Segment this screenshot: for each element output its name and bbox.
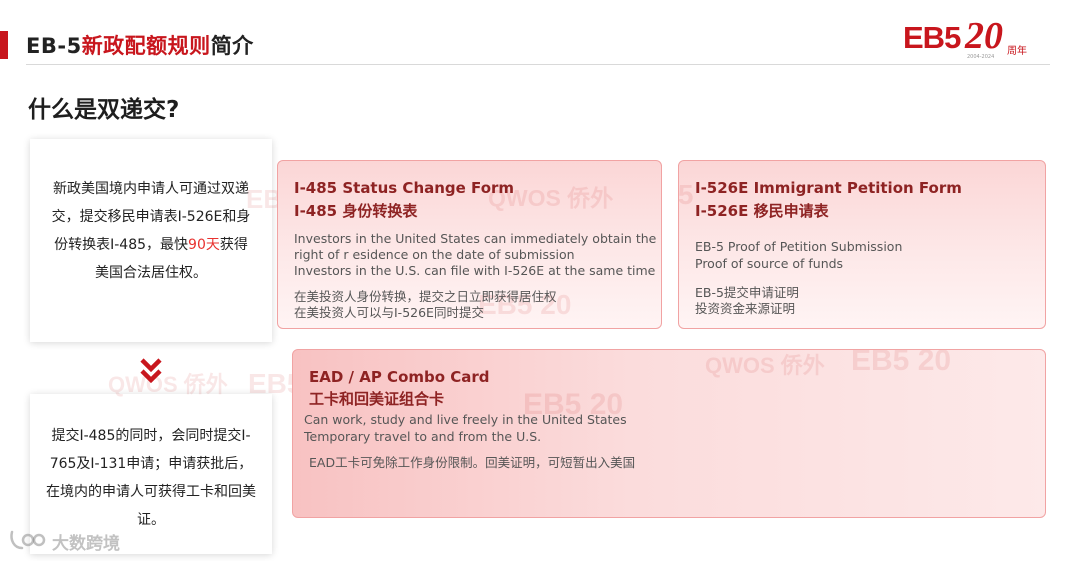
ead-ap-en-line-2: Temporary travel to and from the U.S. <box>304 429 542 444</box>
i526e-zh-line-1: EB-5提交申请证明 <box>695 285 799 300</box>
watermark-eb5-20: EB5 20 <box>851 349 952 377</box>
logo-suffix: 周年 <box>1007 46 1027 57</box>
title-accent-bar <box>0 31 8 59</box>
i485-en-line-1: Investors in the United States can immed… <box>294 231 657 246</box>
logo-anniversary-number: 20 <box>965 15 1003 57</box>
i485-card: QWOS 侨外 EB5 20 I-485 Status Change Form … <box>277 160 662 329</box>
i485-en-line-2: right of r esidence on the date of submi… <box>294 247 575 262</box>
watermark-eb5: EB5 <box>678 179 694 210</box>
logo-years: 2004-2024 <box>967 54 995 60</box>
i526e-title-en: I-526E Immigrant Petition Form <box>695 179 962 197</box>
i526e-card: EB5 I-526E Immigrant Petition Form I-526… <box>678 160 1046 329</box>
section-heading: 什么是双递交? <box>28 97 180 123</box>
footer-logo-text: 大数跨境 <box>52 534 120 554</box>
ead-ap-en-line-1: Can work, study and live freely in the U… <box>304 412 627 427</box>
page-title: EB-5新政配额规则简介 <box>26 30 254 60</box>
header-divider <box>26 64 1050 65</box>
ead-ap-title-zh: 工卡和回美证组合卡 <box>309 390 445 408</box>
i485-title-en: I-485 Status Change Form <box>294 179 515 197</box>
intro-highlight: 90天 <box>188 237 220 253</box>
chevron-down-icon <box>140 358 162 384</box>
logo-brand-text: EB5 <box>903 20 961 55</box>
ead-ap-zh-line-1: EAD工卡可免除工作身份限制。回美证明，可短暂出入美国 <box>309 455 636 470</box>
brand-logo: EB5 20 2004-2024 周年 <box>903 15 1043 60</box>
i526e-zh-line-2: 投资资金来源证明 <box>695 301 796 316</box>
page-title-part3: 简介 <box>210 34 254 58</box>
watermark-qwos: QWOS 侨外 <box>705 353 825 378</box>
ead-ap-card: QWOS 侨外 EB5 20 EB5 20 EAD / AP Combo Car… <box>292 349 1046 518</box>
detail-text: 提交I-485的同时，会同时提交I-765及I-131申请；申请获批后，在境内的… <box>46 428 256 528</box>
i526e-en-line-1: EB-5 Proof of Petition Submission <box>695 239 903 254</box>
i485-title-zh: I-485 身份转换表 <box>294 202 418 220</box>
footer-logo-icon <box>10 530 46 550</box>
ead-ap-title-en: EAD / AP Combo Card <box>309 368 490 386</box>
i485-zh-line-2: 在美投资人可以与I-526E同时提交 <box>294 305 484 320</box>
i526e-title-zh: I-526E 移民申请表 <box>695 202 829 220</box>
i526e-en-line-2: Proof of source of funds <box>695 256 844 271</box>
page-title-part2: 新政配额规则 <box>81 34 211 58</box>
i485-zh-line-1: 在美投资人身份转换，提交之日立即获得居住权 <box>294 289 557 304</box>
footer-logo: 大数跨境 <box>8 528 148 554</box>
intro-box: 新政美国境内申请人可通过双递交，提交移民申请表I-526E和身份转换表I-485… <box>30 139 272 342</box>
page-title-part1: EB-5 <box>26 34 82 58</box>
i485-en-line-3: Investors in the U.S. can file with I-52… <box>294 263 656 278</box>
